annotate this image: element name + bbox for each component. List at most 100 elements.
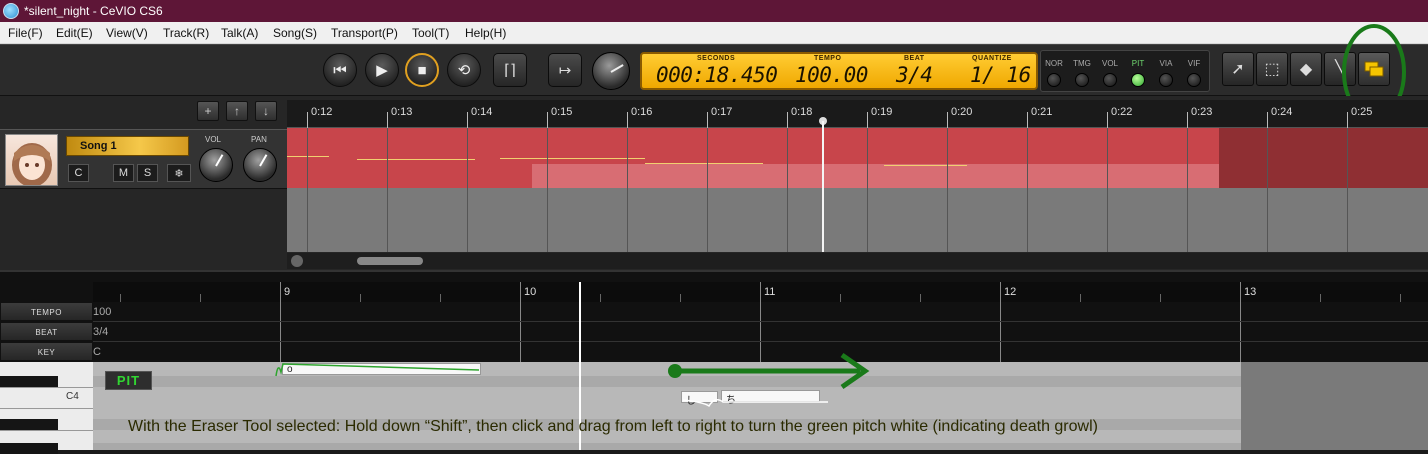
beat-row-label: BEAT xyxy=(0,322,93,341)
horizontal-scrollbar[interactable] xyxy=(287,253,1428,269)
ruler-tick xyxy=(627,112,628,128)
track-volume-knob[interactable] xyxy=(199,148,233,182)
scrollbar-thumb[interactable] xyxy=(357,257,423,265)
menu-help[interactable]: Help(H) xyxy=(465,26,506,40)
led-icon xyxy=(1047,73,1061,87)
time-label: 0:18 xyxy=(791,106,813,118)
beat-row-value[interactable]: 3/4 xyxy=(93,326,108,338)
auto-scroll-button[interactable]: ↦ xyxy=(548,53,582,87)
menu-edit[interactable]: Edit(E) xyxy=(56,26,93,40)
ruler-tick xyxy=(787,112,788,128)
quantize-label: QUANTIZE xyxy=(972,55,1012,62)
beat-tick xyxy=(120,294,121,302)
mode-tmg-label: TMG xyxy=(1073,59,1091,68)
menu-file[interactable]: File(F) xyxy=(8,26,43,40)
time-label: 0:25 xyxy=(1351,106,1373,118)
measure-label: 9 xyxy=(284,286,291,298)
tempo-value: 100.00 xyxy=(795,63,868,87)
mode-vif[interactable]: VIF xyxy=(1181,59,1207,90)
mode-vol[interactable]: VOL xyxy=(1097,59,1123,90)
time-label: 0:15 xyxy=(551,106,573,118)
key-row-value[interactable]: C xyxy=(93,346,101,358)
grid-line xyxy=(467,128,468,252)
time-label: 0:24 xyxy=(1271,106,1293,118)
stop-button[interactable]: ■ xyxy=(405,53,439,87)
menu-track[interactable]: Track(R) xyxy=(163,26,209,40)
time-label: 0:16 xyxy=(631,106,653,118)
track-pan-knob[interactable] xyxy=(243,148,277,182)
mode-via[interactable]: VIA xyxy=(1153,59,1179,90)
measure-line xyxy=(1240,282,1241,362)
solo-button[interactable]: S xyxy=(137,164,158,182)
move-track-up-button[interactable]: ↑ xyxy=(226,101,248,121)
pointer-tool-button[interactable]: ➚ xyxy=(1222,52,1254,86)
grid-line xyxy=(947,128,948,252)
ruler-tick xyxy=(867,112,868,128)
track-row[interactable]: Song 1 C M S ❄ VOL PAN xyxy=(0,129,287,189)
lane-grid xyxy=(287,128,1428,252)
tempo-row-value[interactable]: 100 xyxy=(93,306,111,318)
black-key[interactable] xyxy=(0,376,58,387)
snowflake-icon: ❄ xyxy=(174,167,184,180)
loop-range-button[interactable]: ⌈⌉ xyxy=(493,53,527,87)
led-icon xyxy=(1159,73,1173,87)
ruler-tick xyxy=(387,112,388,128)
time-label: 0:21 xyxy=(1031,106,1053,118)
mode-pit[interactable]: PIT xyxy=(1125,59,1151,90)
play-button[interactable]: ▶ xyxy=(365,53,399,87)
piano-keyboard[interactable]: C4 xyxy=(0,362,93,454)
key-divider xyxy=(0,408,93,409)
eraser-tool-button[interactable]: ◆ xyxy=(1290,52,1322,86)
black-key[interactable] xyxy=(0,419,58,430)
loop-button[interactable]: ⟲ xyxy=(447,53,481,87)
mute-button[interactable]: M xyxy=(113,164,134,182)
beat-tick xyxy=(1160,294,1161,302)
singer-avatar[interactable] xyxy=(5,134,58,186)
vol-label: VOL xyxy=(205,135,222,144)
quantize-value[interactable]: 1/ 16 xyxy=(970,63,1031,87)
grid-line xyxy=(1187,128,1188,252)
black-key[interactable] xyxy=(0,443,58,454)
mode-tmg[interactable]: TMG xyxy=(1069,59,1095,90)
master-volume-knob[interactable] xyxy=(592,52,630,90)
ruler-tick xyxy=(1107,112,1108,128)
ruler-tick xyxy=(467,112,468,128)
menu-song[interactable]: Song(S) xyxy=(273,26,317,40)
grid-line xyxy=(547,128,548,252)
ruler-tick xyxy=(547,112,548,128)
pit-mode-badge: PIT xyxy=(105,371,152,390)
track-c-button[interactable]: C xyxy=(68,164,89,182)
skip-back-icon: ⏮ xyxy=(333,61,347,79)
menu-tool[interactable]: Tool(T) xyxy=(412,26,449,40)
zoom-handle-icon[interactable] xyxy=(291,255,303,267)
led-icon xyxy=(1187,73,1201,87)
menu-view[interactable]: View(V) xyxy=(106,26,148,40)
seconds-label: SECONDS xyxy=(697,55,736,62)
menu-talk[interactable]: Talk(A) xyxy=(221,26,258,40)
mode-nor[interactable]: NOR xyxy=(1041,59,1067,90)
measure-ruler[interactable]: 9 10 11 12 13 xyxy=(93,282,1428,362)
tempo-row-label: TEMPO xyxy=(0,302,93,321)
window-title: *silent_night - CeVIO CS6 xyxy=(24,4,163,18)
rewind-button[interactable]: ⏮ xyxy=(323,53,357,87)
ruler-tick xyxy=(947,112,948,128)
freeze-button[interactable]: ❄ xyxy=(167,164,191,182)
track-name[interactable]: Song 1 xyxy=(66,136,189,156)
move-track-down-button[interactable]: ↓ xyxy=(255,101,277,121)
ruler-tick xyxy=(1027,112,1028,128)
grid-line xyxy=(307,128,308,252)
add-track-button[interactable]: + xyxy=(197,101,219,121)
mode-vol-label: VOL xyxy=(1101,59,1118,68)
ruler-tick xyxy=(307,112,308,128)
beat-tick xyxy=(840,294,841,302)
seconds-value: 000:18.450 xyxy=(656,63,778,87)
playhead[interactable] xyxy=(822,121,824,252)
ruler-tick xyxy=(707,112,708,128)
menu-transport[interactable]: Transport(P) xyxy=(331,26,398,40)
measure-label: 12 xyxy=(1004,286,1017,298)
range-select-tool-button[interactable]: ⬚ xyxy=(1256,52,1288,86)
grid-line xyxy=(1027,128,1028,252)
timeline-ruler[interactable]: 0:12 0:13 0:14 0:15 0:16 0:17 0:18 0:19 … xyxy=(287,100,1428,128)
time-label: 0:20 xyxy=(951,106,973,118)
time-label: 0:22 xyxy=(1111,106,1133,118)
